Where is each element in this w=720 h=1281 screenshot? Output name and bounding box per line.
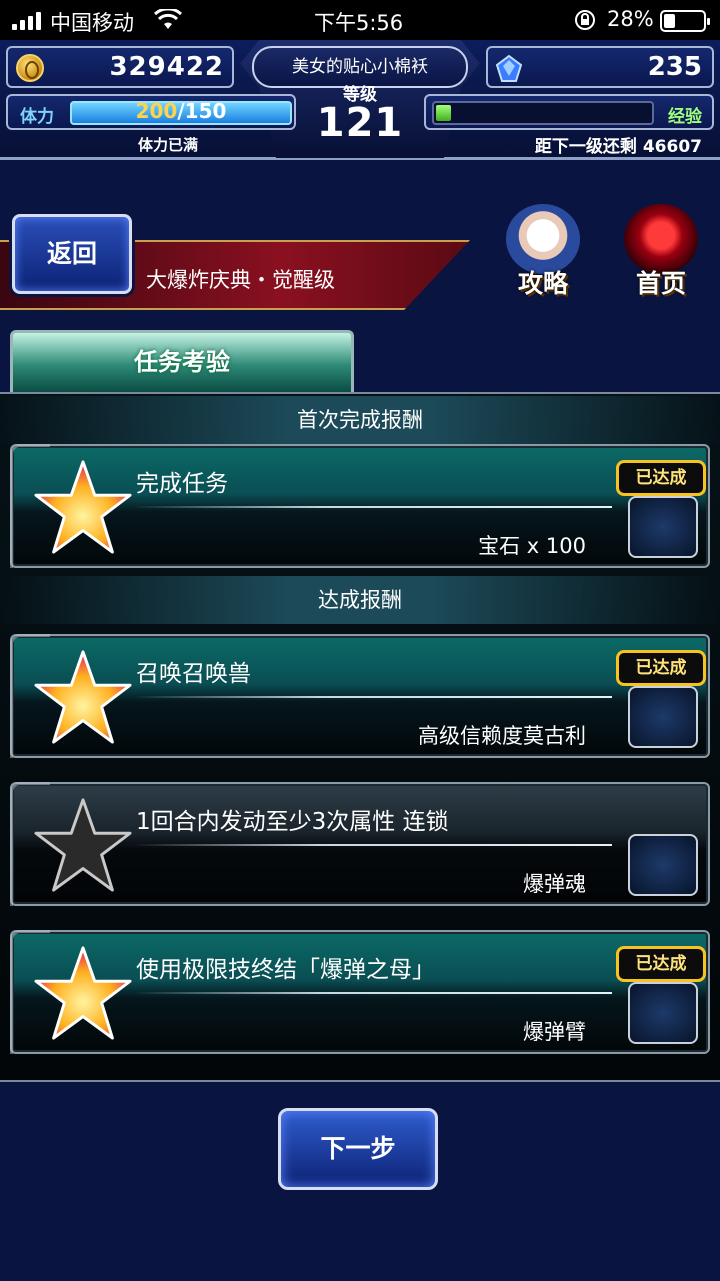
section-first-clear: 首次完成报酬	[0, 396, 720, 444]
mission-title: 完成任务	[136, 471, 228, 497]
stamina-label: 体力	[20, 107, 54, 127]
exp-remaining: 距下一级还剩 46607	[535, 132, 702, 157]
gil-value: 329422	[109, 52, 224, 82]
exp-bar-track	[432, 101, 654, 125]
stamina-current: 200	[135, 99, 178, 123]
battery-icon	[660, 10, 710, 32]
exp-bar-fill	[436, 105, 451, 121]
player-hud: 329422 美女的贴心小棉袄 等级 121 235 体力 200/150 体力…	[0, 40, 720, 160]
home-button[interactable]: 首页	[606, 200, 716, 300]
mission-reward: 宝石 x 100	[478, 534, 586, 558]
star-icon	[34, 946, 132, 1040]
completed-badge: 已达成	[616, 460, 706, 496]
gem-icon[interactable]	[628, 496, 698, 558]
back-button[interactable]: 返回	[12, 214, 132, 294]
moogle-icon[interactable]	[628, 686, 698, 748]
carrier-name: 中国移动	[50, 11, 134, 35]
divider	[132, 696, 612, 698]
gil-coin-icon	[16, 54, 44, 82]
exp-gauge: 经验	[424, 94, 714, 130]
gem-value: 235	[647, 52, 702, 82]
home-label: 首页	[635, 269, 686, 298]
guide-button[interactable]: 攻略	[488, 200, 598, 300]
gem-icon	[495, 54, 523, 82]
exp-label: 经验	[668, 107, 702, 127]
clock: 下午5:56	[314, 11, 404, 35]
wifi-icon	[154, 9, 182, 29]
stamina-text: 200/150	[70, 99, 292, 123]
divider	[132, 506, 612, 508]
star-icon	[34, 650, 132, 744]
event-title: 大爆炸庆典・觉醒级	[146, 268, 335, 292]
exp-remaining-value: 46607	[642, 137, 702, 157]
status-bar: 中国移动 下午5:56 28%	[0, 0, 720, 40]
star-icon	[34, 460, 132, 554]
gem-counter: 235	[486, 46, 714, 88]
signal-icon	[12, 12, 41, 30]
stamina-max: /150	[177, 99, 227, 123]
tab-mission-trials[interactable]: 任务考验	[10, 330, 354, 392]
mission-reward: 爆弹臂	[523, 1020, 586, 1044]
mission-title: 1回合内发动至少3次属性 连锁	[136, 809, 449, 835]
completed-badge: 已达成	[616, 946, 706, 982]
mission-reward: 爆弹魂	[523, 872, 586, 896]
mission-item: 使用极限技终结「爆弹之母」 爆弹臂 已达成	[10, 930, 710, 1054]
bomb-soul-icon[interactable]	[628, 834, 698, 896]
level-value: 121	[316, 100, 404, 146]
stamina-status: 体力已满	[138, 136, 199, 154]
exp-remaining-label: 距下一级还剩	[534, 137, 637, 157]
divider	[132, 992, 612, 994]
star-outline-icon	[34, 798, 132, 892]
guide-label: 攻略	[517, 269, 568, 298]
mission-title: 召唤召唤兽	[136, 661, 251, 687]
next-button[interactable]: 下一步	[278, 1108, 438, 1190]
battery-percent: 28%	[607, 7, 654, 31]
mission-title: 使用极限技终结「爆弹之母」	[136, 957, 435, 983]
mission-reward: 高级信赖度莫古利	[418, 724, 586, 748]
gil-counter: 329422	[6, 46, 234, 88]
rotation-lock-icon	[575, 10, 595, 30]
bomb-arm-icon[interactable]	[628, 982, 698, 1044]
completed-badge: 已达成	[616, 650, 706, 686]
divider	[132, 844, 612, 846]
mission-item: 召唤召唤兽 高级信赖度莫古利 已达成	[10, 634, 710, 758]
section-achievement: 达成报酬	[0, 576, 720, 624]
mission-item: 完成任务 宝石 x 100 已达成	[10, 444, 710, 568]
stamina-gauge: 体力 200/150	[6, 94, 296, 130]
mission-item: 1回合内发动至少3次属性 连锁 爆弹魂	[10, 782, 710, 906]
